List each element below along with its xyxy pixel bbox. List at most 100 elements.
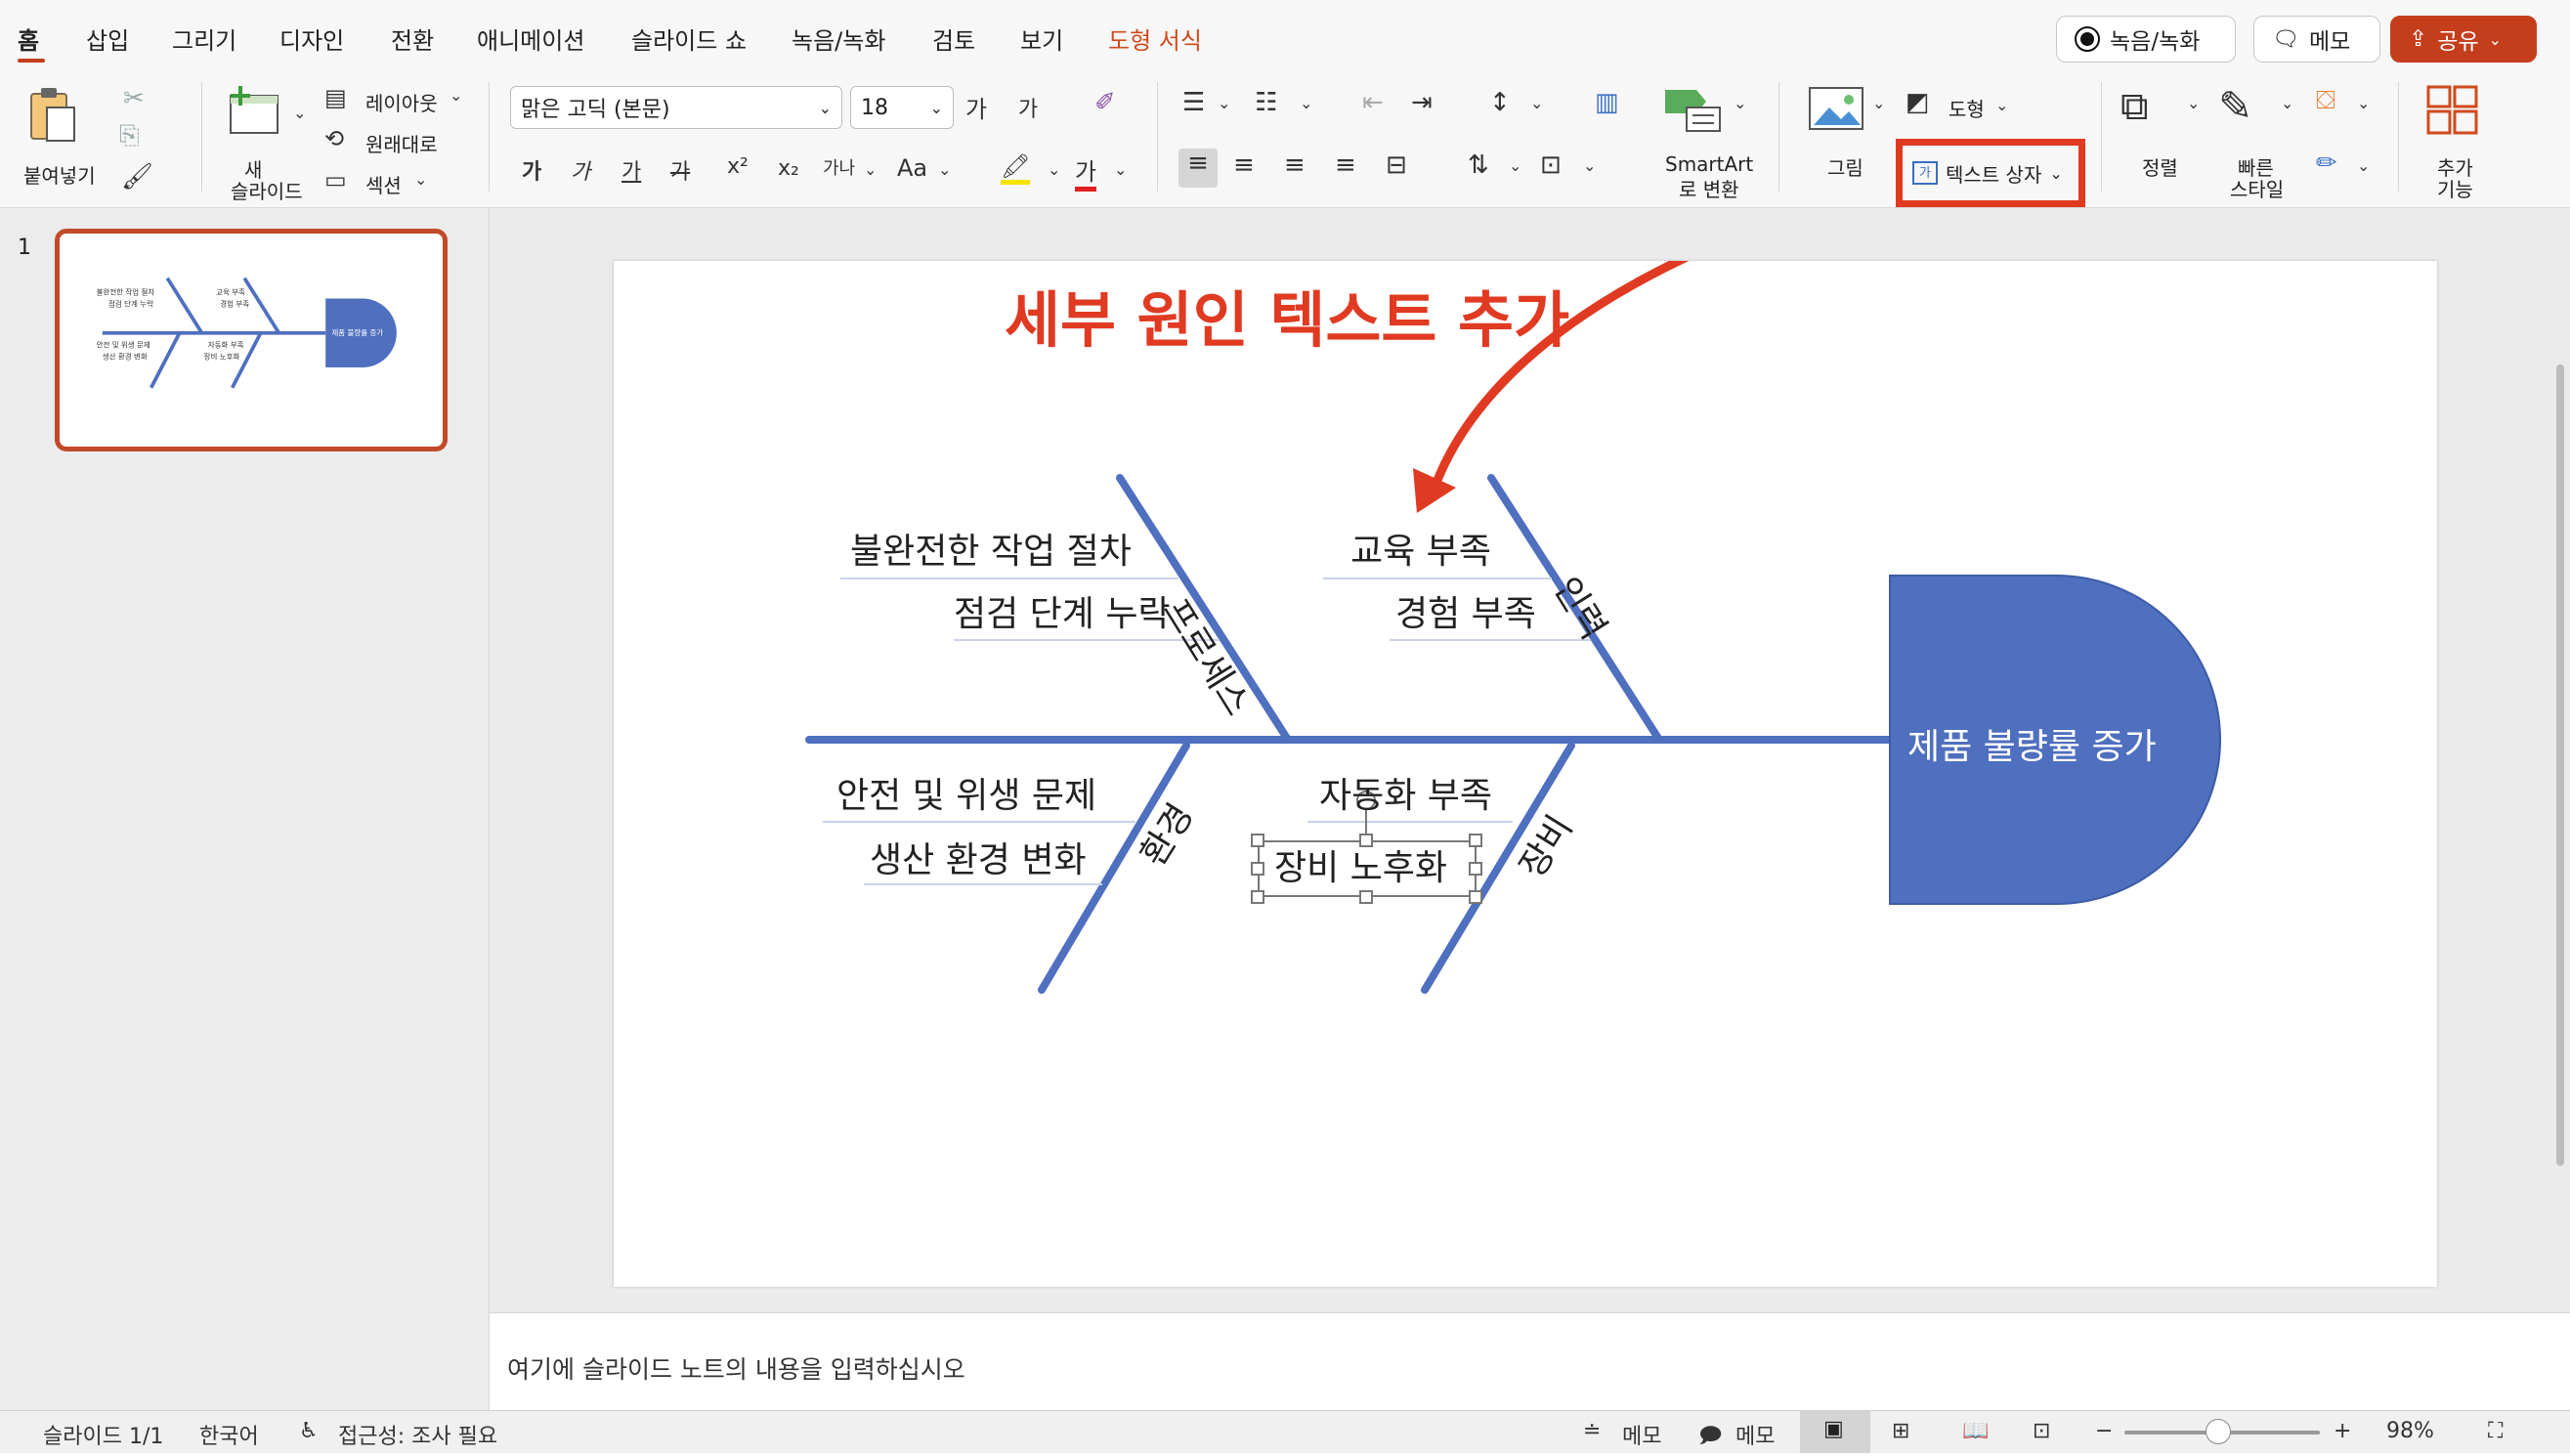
italic-button[interactable]: 가 — [571, 154, 590, 186]
shrink-font-button[interactable]: 가 — [1018, 92, 1038, 123]
text-direction-icon[interactable]: ⇅ — [1468, 150, 1489, 180]
slide-sorter-icon[interactable]: ⊞ — [1892, 1419, 1909, 1443]
font-size-select[interactable]: 18 ⌄ — [850, 86, 954, 129]
paste-label[interactable]: 붙여넣기 — [23, 160, 96, 189]
align-text-icon[interactable]: ⊡ — [1540, 150, 1562, 180]
chevron-down-icon[interactable]: ⌄ — [1048, 160, 1060, 179]
chevron-down-icon[interactable]: ⌄ — [1509, 156, 1521, 175]
comments-toggle-icon[interactable]: 🗩 — [1698, 1419, 1722, 1456]
normal-view-button[interactable]: ▣ — [1800, 1411, 1870, 1453]
align-left-icon[interactable]: ≡ — [1178, 149, 1218, 188]
chevron-down-icon[interactable]: ⌄ — [1734, 94, 1746, 112]
chevron-down-icon[interactable]: ⌄ — [1583, 156, 1596, 175]
comments-toggle[interactable]: 메모 — [1735, 1419, 1775, 1450]
arrange-label[interactable]: 정렬 — [2142, 152, 2178, 181]
quick-styles-label-2[interactable]: 스타일 — [2230, 174, 2284, 202]
underline-button[interactable]: 가 — [621, 154, 641, 186]
line-spacing-icon[interactable]: ↕ — [1489, 88, 1511, 117]
cause-environment-2[interactable]: 생산 환경 변화 — [870, 832, 1087, 882]
copy-icon[interactable]: ⎘ — [119, 121, 140, 151]
format-painter-icon[interactable]: 🖌 — [121, 162, 153, 192]
section-button[interactable]: 섹션 — [365, 170, 402, 198]
tab-record[interactable]: 녹음/녹화 — [792, 21, 885, 56]
vertical-scrollbar[interactable] — [2552, 208, 2570, 1312]
tab-slideshow[interactable]: 슬라이드 쇼 — [631, 21, 747, 56]
notes-placeholder[interactable]: 여기에 슬라이드 노트의 내용을 입력하십시오 — [507, 1350, 965, 1386]
chevron-down-icon[interactable]: ⌄ — [1114, 160, 1127, 179]
notes-toggle-icon[interactable]: ≐ — [1583, 1419, 1601, 1443]
chevron-down-icon[interactable]: ⌄ — [1300, 94, 1312, 112]
chevron-down-icon[interactable]: ⌄ — [414, 170, 427, 189]
zoom-level[interactable]: 98% — [2386, 1419, 2434, 1443]
chevron-down-icon[interactable]: ⌄ — [2281, 94, 2293, 112]
accessibility-status[interactable]: 접근성: 조사 필요 — [338, 1419, 497, 1450]
smartart-icon[interactable] — [1661, 84, 1724, 142]
font-name-select[interactable]: 맑은 고딕 (본문) ⌄ — [510, 86, 842, 129]
tab-home[interactable]: 홈 — [18, 21, 39, 56]
bold-button[interactable]: 가 — [522, 154, 541, 186]
new-slide-label-2[interactable]: 슬라이드 — [231, 176, 303, 204]
tab-draw[interactable]: 그리기 — [172, 21, 236, 56]
picture-icon[interactable] — [1808, 86, 1864, 138]
add-ins-label-2[interactable]: 기능 — [2437, 174, 2473, 202]
add-ins-icon[interactable] — [2425, 84, 2480, 144]
cause-people-2[interactable]: 경험 부족 — [1395, 585, 1536, 636]
highlight-icon[interactable]: 🖍 — [1001, 152, 1031, 185]
cause-people-1[interactable]: 교육 부족 — [1350, 523, 1491, 574]
chevron-down-icon[interactable]: ⌄ — [2357, 94, 2370, 112]
change-case-button[interactable]: Aa — [897, 154, 927, 182]
text-box-button[interactable]: 가 텍스트 상자 ⌄ — [1896, 139, 2085, 207]
record-button[interactable]: 녹음/녹화 — [2056, 16, 2236, 63]
language-indicator[interactable]: 한국어 — [199, 1419, 259, 1450]
slide-canvas[interactable]: 세부 원인 텍스트 추가 불완전한 작업 절차 점검 단계 누락 교육 부족 경… — [614, 261, 2437, 1287]
distributed-icon[interactable]: ⊟ — [1386, 150, 1407, 180]
clear-formatting-icon[interactable]: ✐ — [1094, 88, 1116, 117]
numbering-icon[interactable]: ☷ — [1255, 88, 1277, 117]
reading-view-icon[interactable]: 📖 — [1962, 1419, 1989, 1443]
cause-process-1[interactable]: 불완전한 작업 절차 — [850, 523, 1132, 574]
cause-equipment-1[interactable]: 자동화 부족 — [1319, 767, 1492, 818]
strikethrough-button[interactable]: 가 — [670, 154, 690, 186]
picture-label[interactable]: 그림 — [1827, 152, 1863, 181]
align-right-icon[interactable]: ≡ — [1284, 150, 1306, 180]
smartart-label-2[interactable]: 로 변환 — [1679, 174, 1739, 202]
chevron-down-icon[interactable]: ⌄ — [293, 104, 306, 122]
scrollbar-thumb[interactable] — [2556, 364, 2564, 1166]
bullets-icon[interactable]: ☰ — [1182, 88, 1205, 117]
superscript-button[interactable]: x² — [727, 154, 749, 179]
slideshow-icon[interactable]: ⊡ — [2033, 1419, 2050, 1443]
fit-to-window-icon[interactable]: ⛶ — [2488, 1419, 2503, 1443]
problem-head-label[interactable]: 제품 불량률 증가 — [1907, 718, 2157, 769]
increase-indent-icon[interactable]: ⇥ — [1411, 88, 1433, 117]
notes-toggle[interactable]: 메모 — [1622, 1419, 1661, 1450]
tab-design[interactable]: 디자인 — [279, 21, 344, 56]
new-slide-icon[interactable] — [227, 84, 283, 146]
notes-pane[interactable]: 여기에 슬라이드 노트의 내용을 입력하십시오 — [490, 1312, 2570, 1411]
chevron-down-icon[interactable]: ⌄ — [1218, 94, 1230, 112]
shapes-icon[interactable]: ◩ — [1906, 88, 1930, 117]
tab-shape-format[interactable]: 도형 서식 — [1108, 21, 1202, 56]
share-button[interactable]: ⇪ 공유 ⌄ — [2390, 16, 2537, 63]
accessibility-icon[interactable]: ♿ — [299, 1419, 319, 1443]
quick-styles-icon[interactable]: ✎ — [2218, 82, 2252, 130]
tab-animations[interactable]: 애니메이션 — [477, 21, 584, 56]
paste-icon[interactable] — [27, 86, 75, 143]
comment-button[interactable]: 🗨 메모 — [2253, 16, 2380, 63]
chevron-down-icon[interactable]: ⌄ — [1530, 94, 1543, 112]
cause-process-2[interactable]: 점검 단계 누락 — [954, 585, 1171, 636]
cause-equipment-2[interactable]: 장비 노후화 — [1274, 839, 1447, 890]
chevron-down-icon[interactable]: ⌄ — [1872, 94, 1885, 112]
align-center-icon[interactable]: ≡ — [1233, 150, 1255, 180]
slide-thumbnail[interactable]: 불완전한 작업 절차 점검 단계 누락 교육 부족 경험 부족 안전 및 위생 문제… — [55, 229, 448, 451]
reset-icon[interactable]: ⟲ — [324, 125, 344, 152]
smartart-label[interactable]: SmartArt — [1665, 152, 1753, 176]
decrease-indent-icon[interactable]: ⇤ — [1362, 88, 1384, 117]
zoom-in-icon[interactable]: + — [2334, 1419, 2351, 1443]
section-icon[interactable]: ▭ — [324, 166, 347, 193]
layout-icon[interactable]: ▤ — [324, 84, 347, 111]
font-color-button[interactable]: 가 — [1075, 152, 1097, 192]
tab-insert[interactable]: 삽입 — [86, 21, 129, 56]
shapes-button[interactable]: 도형 — [1949, 94, 1985, 122]
zoom-slider-handle[interactable] — [2206, 1419, 2231, 1444]
chevron-down-icon[interactable]: ⌄ — [2187, 94, 2200, 112]
